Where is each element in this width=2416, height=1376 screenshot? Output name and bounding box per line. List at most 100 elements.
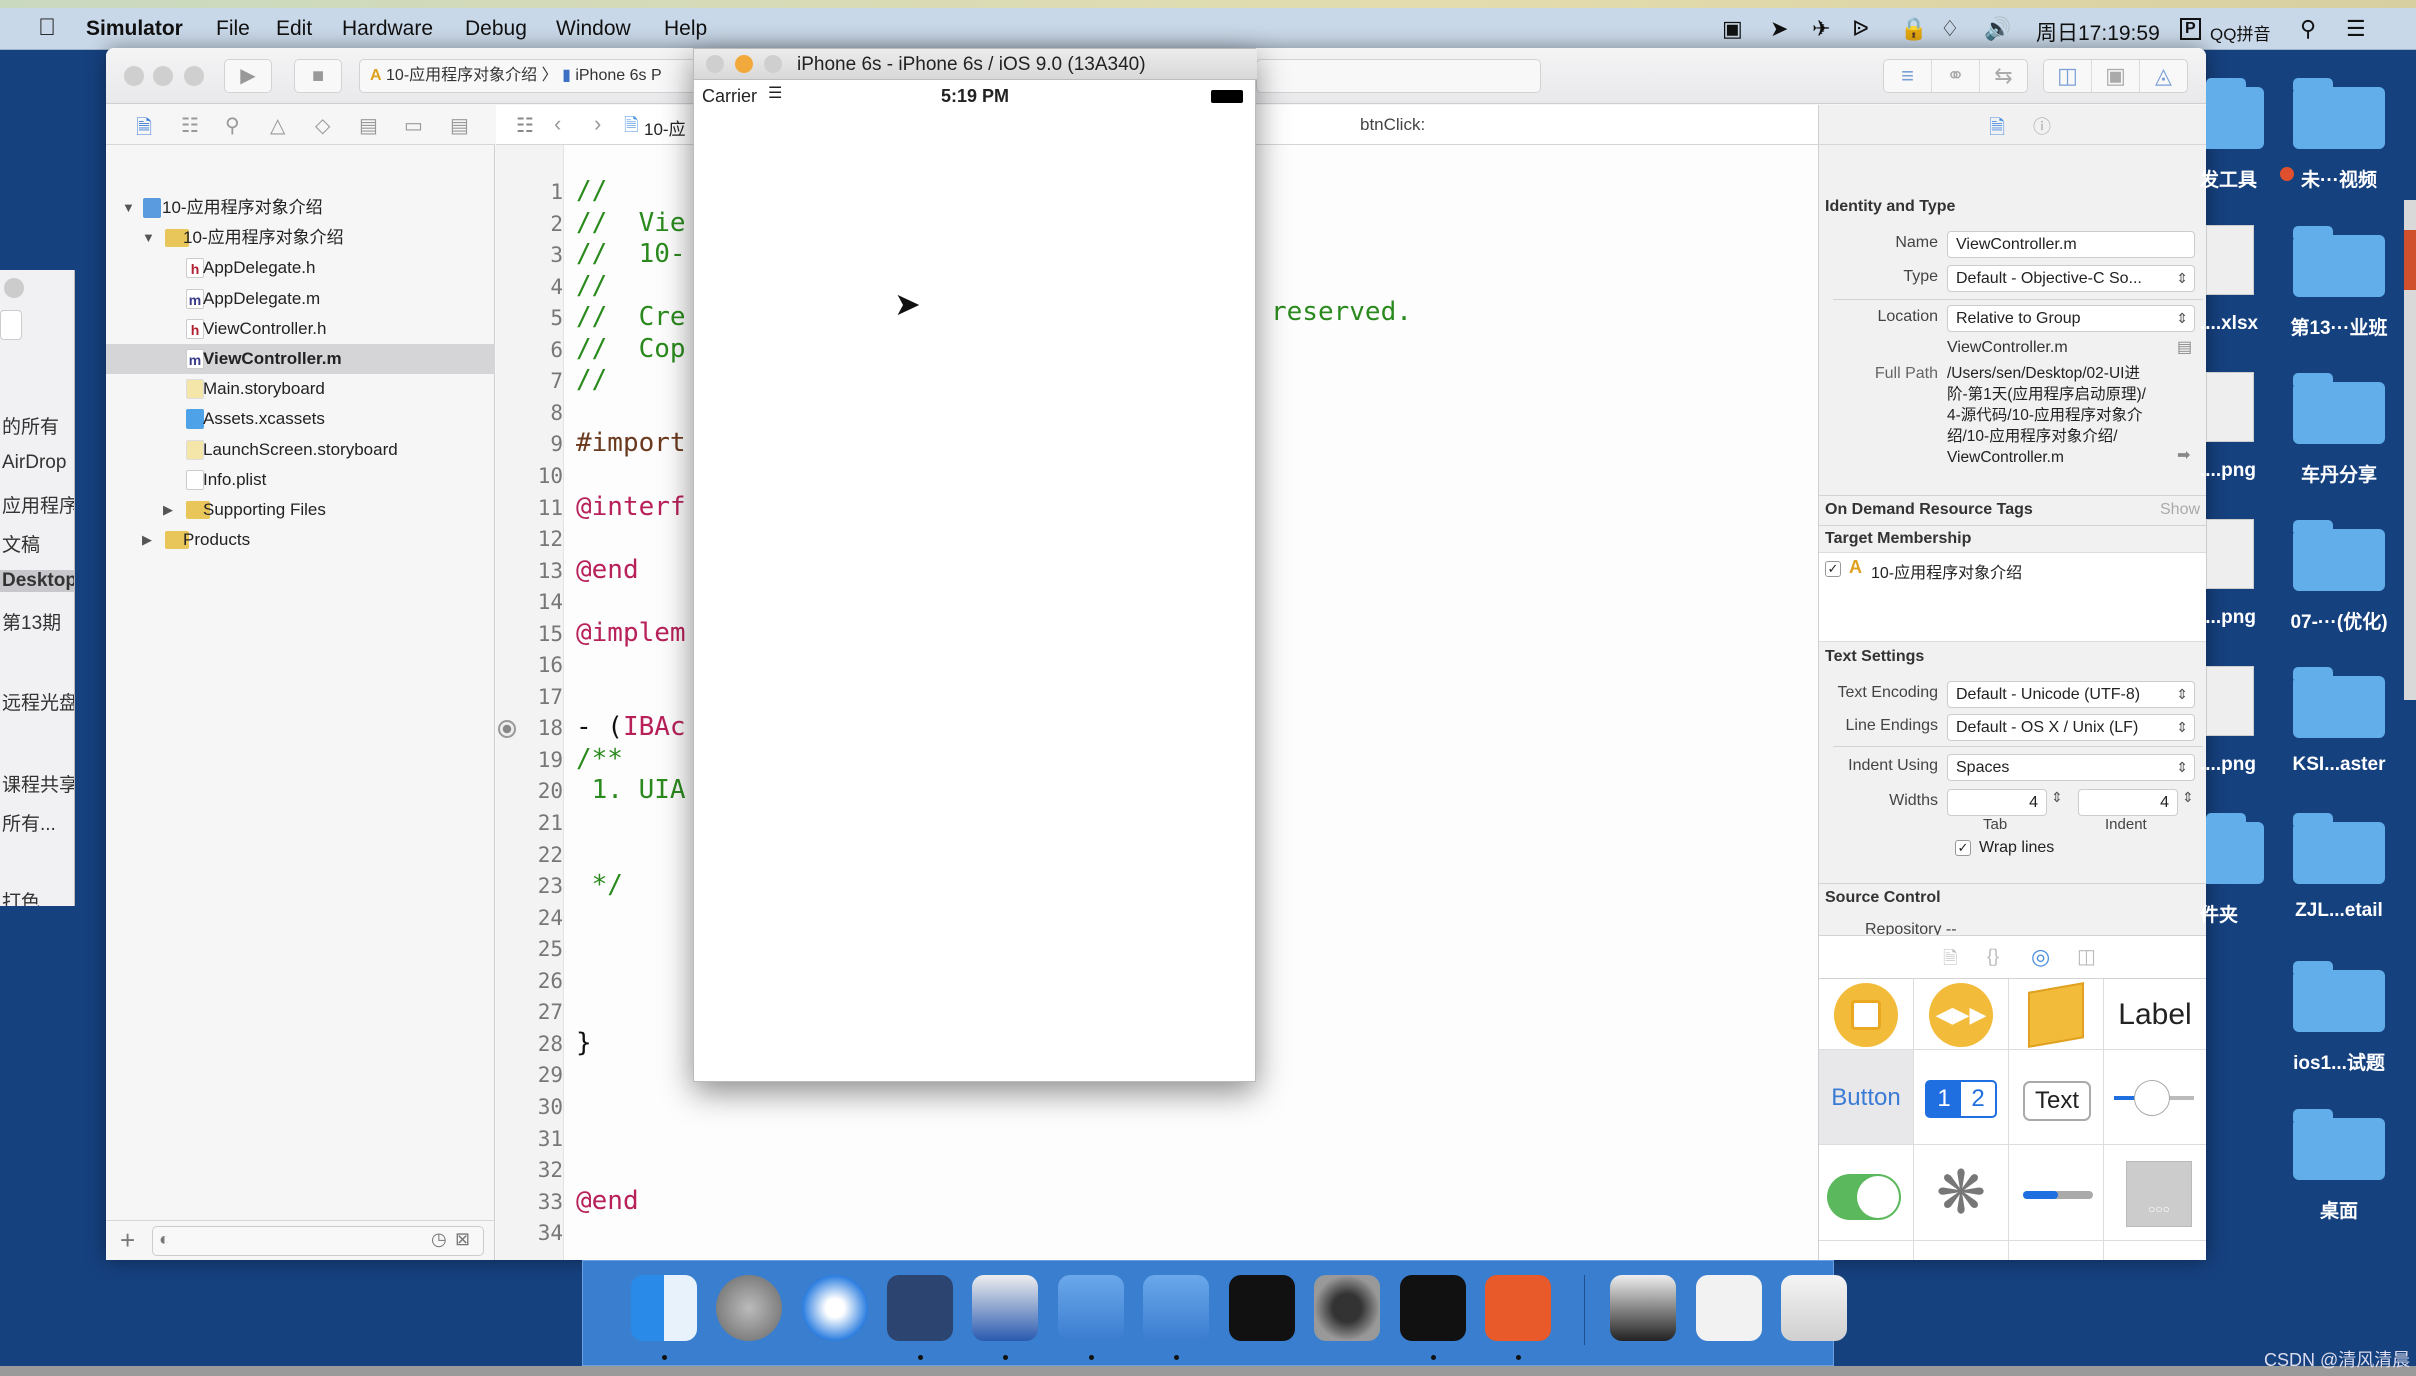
desktop-item-label[interactable]: ....xlsx xyxy=(2200,313,2258,335)
finder-sidebar-item[interactable]: 应用程序 xyxy=(2,491,74,518)
line-number[interactable]: 2 xyxy=(499,212,563,236)
library-item-media-player[interactable]: ◀▶▶ xyxy=(1914,979,2009,1050)
navigator-item[interactable]: ▶ Products xyxy=(106,525,495,555)
library-item-page-control[interactable]: ○○○ xyxy=(2104,1145,2206,1241)
line-number[interactable]: 25 xyxy=(499,937,563,961)
ios-screen[interactable] xyxy=(694,110,1255,1081)
toggle-utilities-icon[interactable]: ◬ xyxy=(2140,60,2187,92)
finder-sidebar-item[interactable]: 文稿 xyxy=(2,530,40,557)
lock-icon[interactable]: 🔒 xyxy=(1900,16,1927,42)
standard-editor-icon[interactable]: ≡ xyxy=(1884,60,1932,92)
encoding-select[interactable]: Default - Unicode (UTF-8) ⇕ xyxy=(1947,681,2195,708)
scm-filter-icon[interactable]: ⊠ xyxy=(455,1229,470,1250)
desktop-item-label[interactable]: 桌面 xyxy=(2269,1196,2409,1223)
line-number[interactable]: 23 xyxy=(499,874,563,898)
line-number[interactable]: 34 xyxy=(499,1221,563,1245)
library-item[interactable] xyxy=(1819,1241,1914,1260)
wifi-icon[interactable]: ♢ xyxy=(1940,16,1960,42)
library-item-switch[interactable] xyxy=(1819,1145,1914,1241)
folder-icon[interactable] xyxy=(2206,78,2264,149)
desktop-item-label[interactable]: 07-···(优化) xyxy=(2269,607,2409,634)
reveal-in-finder-icon[interactable]: ➡ xyxy=(2177,445,2190,465)
desktop-item-label[interactable]: ios1...试题 xyxy=(2269,1048,2409,1075)
folder-icon[interactable] xyxy=(2293,813,2385,884)
assistant-editor-icon[interactable]: ⚭ xyxy=(1932,60,1980,92)
navigator-item[interactable]: Main.storyboard xyxy=(106,374,495,404)
issue-navigator-icon[interactable]: △ xyxy=(270,113,285,138)
library-item-progress-view[interactable] xyxy=(2009,1145,2104,1241)
airplane-icon[interactable]: ✈ xyxy=(1812,16,1830,42)
folder-icon[interactable] xyxy=(2293,520,2385,591)
navigator-item[interactable]: LaunchScreen.storyboard xyxy=(106,435,495,465)
volume-icon[interactable]: 🔊 xyxy=(1984,16,2011,42)
photo-slideshow-icon[interactable] xyxy=(972,1275,1038,1341)
finder-sidebar-item[interactable]: 远程光盘 xyxy=(2,688,74,715)
back-button[interactable] xyxy=(0,310,22,340)
line-number[interactable]: 13 xyxy=(499,559,563,583)
line-endings-select[interactable]: Default - OS X / Unix (LF) ⇕ xyxy=(1947,714,2195,741)
line-number[interactable]: 4 xyxy=(499,275,563,299)
desktop-item-label[interactable]: KSI...aster xyxy=(2269,754,2409,776)
folder-icon[interactable] xyxy=(2293,1109,2385,1180)
related-items-icon[interactable]: ☷ xyxy=(516,113,534,138)
finder-sidebar-item[interactable]: 第13期 xyxy=(2,608,61,635)
line-number[interactable]: 16 xyxy=(499,653,563,677)
folder-icon[interactable] xyxy=(2206,813,2264,884)
zoom-button[interactable] xyxy=(184,66,204,86)
indent-width-stepper[interactable]: ⇕ xyxy=(2182,789,2194,806)
add-icon[interactable]: + xyxy=(120,1225,135,1256)
close-button[interactable] xyxy=(124,66,144,86)
menu-simulator[interactable]: Simulator xyxy=(86,17,183,41)
navigator-item[interactable]: Info.plist xyxy=(106,465,495,495)
stop-button[interactable]: ■ xyxy=(294,59,342,93)
indent-using-select[interactable]: Spaces ⇕ xyxy=(1947,754,2195,781)
line-number[interactable]: 30 xyxy=(499,1095,563,1119)
zoom-button[interactable] xyxy=(764,55,782,73)
trash-icon[interactable] xyxy=(1781,1275,1847,1341)
finder-sidebar-item[interactable]: 课程共享 xyxy=(2,770,74,797)
recent-files-icon[interactable]: ◷ xyxy=(431,1229,447,1250)
menu-help[interactable]: Help xyxy=(664,17,707,41)
menu-file[interactable]: File xyxy=(216,17,250,41)
tab-width-field[interactable]: 4 xyxy=(1947,789,2047,816)
folder-icon[interactable] xyxy=(2293,373,2385,444)
screen-record-icon[interactable]: ▣ xyxy=(1722,16,1743,42)
powerpoint-icon[interactable] xyxy=(1485,1275,1551,1341)
navigator-item[interactable]: Assets.xcassets xyxy=(106,404,495,434)
library-item-activity-indicator[interactable]: ❋ xyxy=(1914,1145,2009,1241)
simulator-icon[interactable] xyxy=(1143,1275,1209,1341)
exec-terminal-icon[interactable] xyxy=(1400,1275,1466,1341)
library-item-slider[interactable] xyxy=(2104,1050,2206,1145)
line-number[interactable]: 27 xyxy=(499,1000,563,1024)
line-number[interactable]: 31 xyxy=(499,1127,563,1151)
line-number[interactable]: 22 xyxy=(499,843,563,867)
file-thumbnail-icon[interactable] xyxy=(2206,519,2254,589)
folder-icon[interactable] xyxy=(2293,226,2385,297)
jump-bar-project[interactable]: 10-应 xyxy=(644,115,686,140)
desktop-item-label[interactable]: 件夹 xyxy=(2200,900,2238,927)
input-method[interactable]: QQ拼音 xyxy=(2210,20,2270,45)
line-number[interactable]: 12 xyxy=(499,527,563,551)
line-number[interactable]: 9 xyxy=(499,432,563,456)
forward-icon[interactable]: › xyxy=(594,111,601,137)
run-button[interactable]: ▶ xyxy=(224,59,272,93)
menu-edit[interactable]: Edit xyxy=(276,17,312,41)
line-number[interactable]: 17 xyxy=(499,685,563,709)
disclosure-closed-icon[interactable]: ▶ xyxy=(163,495,173,525)
line-number[interactable]: 6 xyxy=(499,338,563,362)
folder-icon[interactable] xyxy=(2293,961,2385,1032)
library-item[interactable] xyxy=(2009,1241,2104,1260)
navigator-item[interactable]: m ViewController.m xyxy=(106,344,495,374)
finder-sidebar-item[interactable]: 的所有 xyxy=(2,412,59,439)
navigator-item[interactable]: m AppDelegate.m xyxy=(106,284,495,314)
menu-window[interactable]: Window xyxy=(556,17,631,41)
media-library-icon[interactable]: ◫ xyxy=(2077,944,2096,969)
file-thumbnail-icon[interactable] xyxy=(2206,666,2254,736)
target-checkbox[interactable]: ✓ xyxy=(1825,561,1841,577)
desktop-item-label[interactable]: ....png xyxy=(2200,754,2256,776)
minimize-button[interactable] xyxy=(153,66,173,86)
desktop-item-label[interactable]: 第13···业班 xyxy=(2269,313,2409,340)
minimize-button[interactable] xyxy=(735,55,753,73)
system-preferences-icon[interactable] xyxy=(1314,1275,1380,1341)
folder-icon[interactable]: ▤ xyxy=(2177,337,2192,357)
